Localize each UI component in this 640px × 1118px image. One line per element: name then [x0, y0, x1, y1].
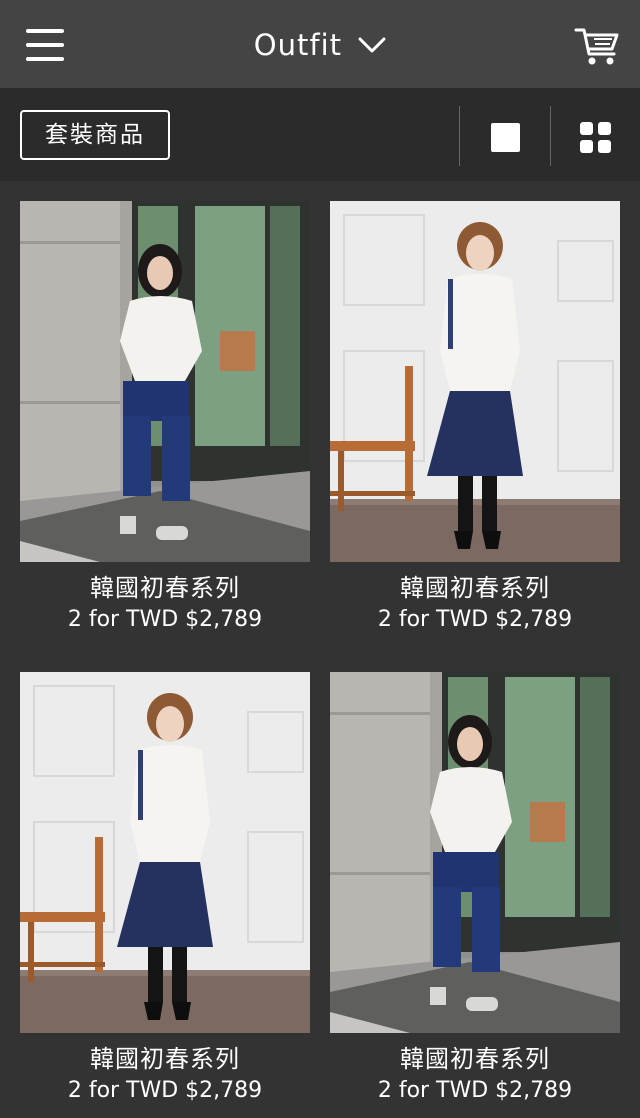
product-image[interactable]: [330, 201, 620, 562]
page-title: Outfit: [253, 28, 342, 62]
product-price: 2 for TWD $2,789: [377, 1078, 573, 1103]
category-filter-button[interactable]: 套裝商品: [20, 110, 170, 160]
divider: [459, 106, 460, 166]
shopping-cart-icon[interactable]: [574, 26, 620, 66]
filter-bar: 套裝商品: [0, 90, 640, 181]
single-column-view-icon[interactable]: [491, 123, 520, 152]
outfit-dropdown[interactable]: Outfit: [0, 26, 640, 64]
product-price: 2 for TWD $2,789: [67, 1078, 263, 1103]
product-name[interactable]: 韓國初春系列: [20, 573, 310, 603]
product-image[interactable]: [20, 672, 310, 1033]
chevron-down-icon: [358, 37, 386, 53]
product-name[interactable]: 韓國初春系列: [20, 1044, 310, 1074]
product-card[interactable]: 韓國初春系列 2 for TWD $2,789: [20, 201, 310, 636]
product-card[interactable]: 韓國初春系列 2 for TWD $2,789: [20, 672, 310, 1107]
divider: [550, 106, 551, 166]
app-header: Outfit: [0, 0, 640, 90]
product-name[interactable]: 韓國初春系列: [330, 573, 620, 603]
product-price: 2 for TWD $2,789: [67, 607, 263, 632]
product-card[interactable]: 韓國初春系列 2 for TWD $2,789: [330, 672, 620, 1107]
product-image[interactable]: [20, 201, 310, 562]
product-image[interactable]: [330, 672, 620, 1033]
grid-view-icon[interactable]: [580, 122, 611, 153]
product-price: 2 for TWD $2,789: [377, 607, 573, 632]
product-name[interactable]: 韓國初春系列: [330, 1044, 620, 1074]
product-card[interactable]: 韓國初春系列 2 for TWD $2,789: [330, 201, 620, 636]
